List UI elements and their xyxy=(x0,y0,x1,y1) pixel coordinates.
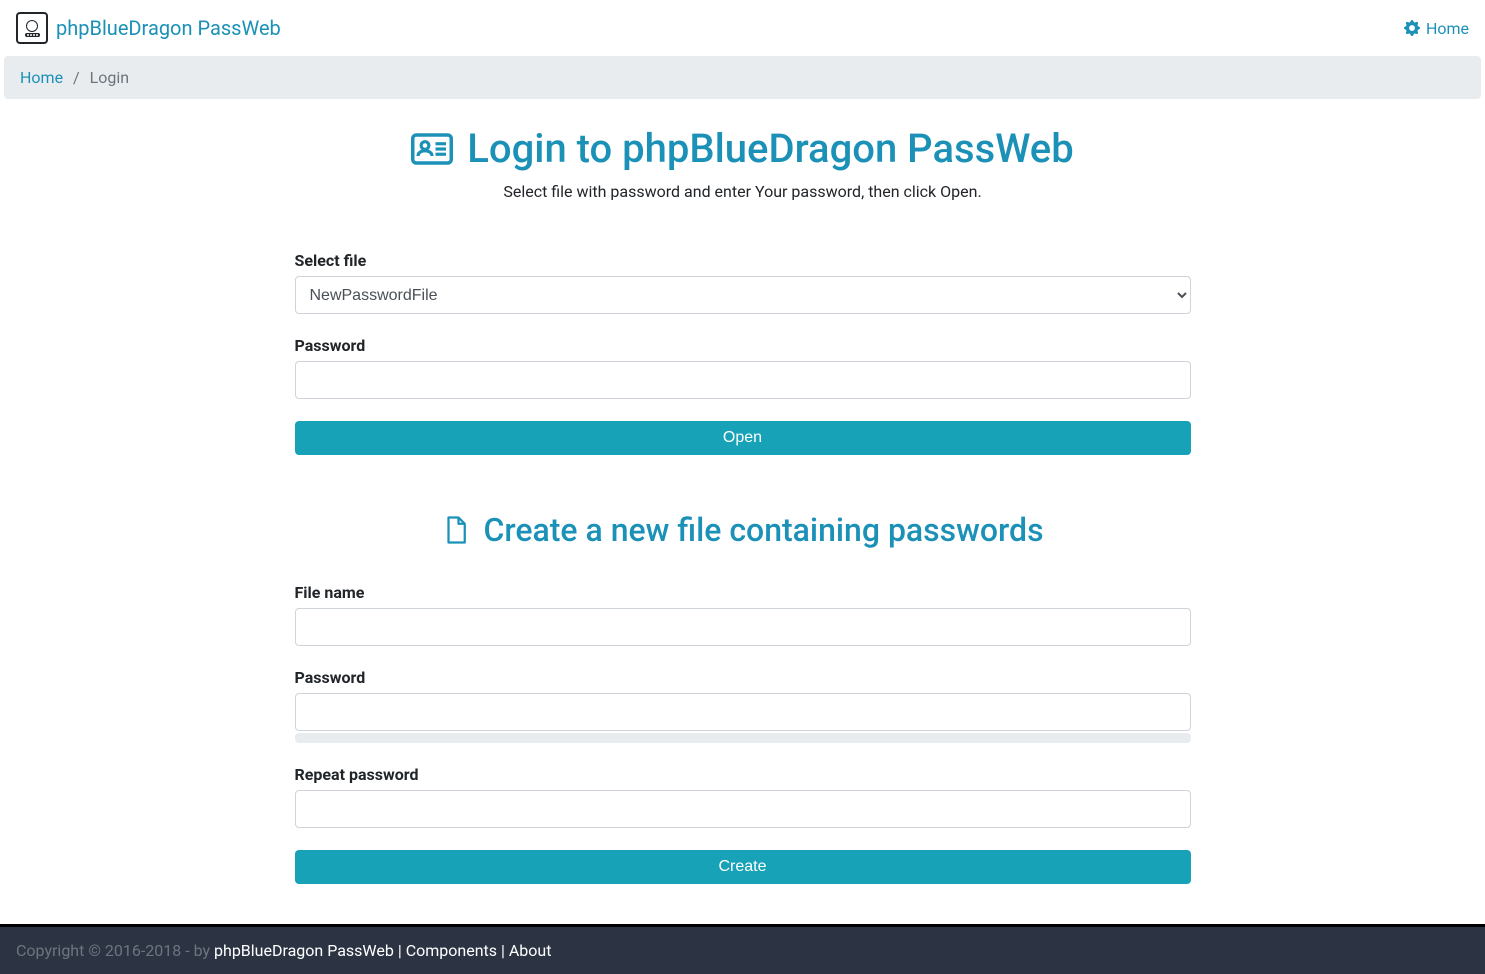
login-form: Select file NewPasswordFile Password Ope… xyxy=(295,251,1191,455)
breadcrumb-current: Login xyxy=(90,68,129,87)
create-form: File name Password Repeat password Creat… xyxy=(295,583,1191,884)
footer-about-link[interactable]: About xyxy=(509,941,552,960)
brand-link[interactable]: phpBlueDragon PassWeb xyxy=(16,12,281,44)
open-button[interactable]: Open xyxy=(295,421,1191,455)
id-card-icon xyxy=(411,128,453,170)
repeat-password-label: Repeat password xyxy=(295,765,1191,784)
create-password-input[interactable] xyxy=(295,693,1191,731)
footer: Copyright © 2016-2018 - by phpBlueDragon… xyxy=(0,924,1485,974)
footer-sep1: | xyxy=(394,941,406,960)
footer-components-link[interactable]: Components xyxy=(406,941,497,960)
page-subtitle: Select file with password and enter Your… xyxy=(295,182,1191,201)
brand-icon xyxy=(16,12,48,44)
create-password-label: Password xyxy=(295,668,1191,687)
create-section-title: Create a new file containing passwords xyxy=(295,511,1191,549)
select-file-label: Select file xyxy=(295,251,1191,270)
main-container: Login to phpBlueDragon PassWeb Select fi… xyxy=(295,99,1191,924)
filename-input[interactable] xyxy=(295,608,1191,646)
footer-brand: phpBlueDragon PassWeb xyxy=(214,941,394,960)
page-title: Login to phpBlueDragon PassWeb xyxy=(295,125,1191,172)
gears-icon xyxy=(1404,20,1420,36)
filename-label: File name xyxy=(295,583,1191,602)
footer-sep2: | xyxy=(497,941,509,960)
select-file-dropdown[interactable]: NewPasswordFile xyxy=(295,276,1191,314)
repeat-password-input[interactable] xyxy=(295,790,1191,828)
breadcrumb-home[interactable]: Home xyxy=(20,68,63,87)
navbar: phpBlueDragon PassWeb Home xyxy=(0,0,1485,56)
breadcrumb: Home / Login xyxy=(4,56,1481,99)
login-password-input[interactable] xyxy=(295,361,1191,399)
login-password-label: Password xyxy=(295,336,1191,355)
footer-copyright: Copyright © 2016-2018 - by xyxy=(16,941,214,960)
file-icon xyxy=(441,515,471,545)
nav-home-text: Home xyxy=(1426,19,1469,38)
create-button[interactable]: Create xyxy=(295,850,1191,884)
create-section-title-text: Create a new file containing passwords xyxy=(483,511,1043,549)
password-strength-bar xyxy=(295,733,1191,743)
page-title-text: Login to phpBlueDragon PassWeb xyxy=(467,125,1073,172)
brand-text: phpBlueDragon PassWeb xyxy=(56,16,281,40)
breadcrumb-separator: / xyxy=(67,68,86,87)
nav-home-link[interactable]: Home xyxy=(1404,19,1469,38)
